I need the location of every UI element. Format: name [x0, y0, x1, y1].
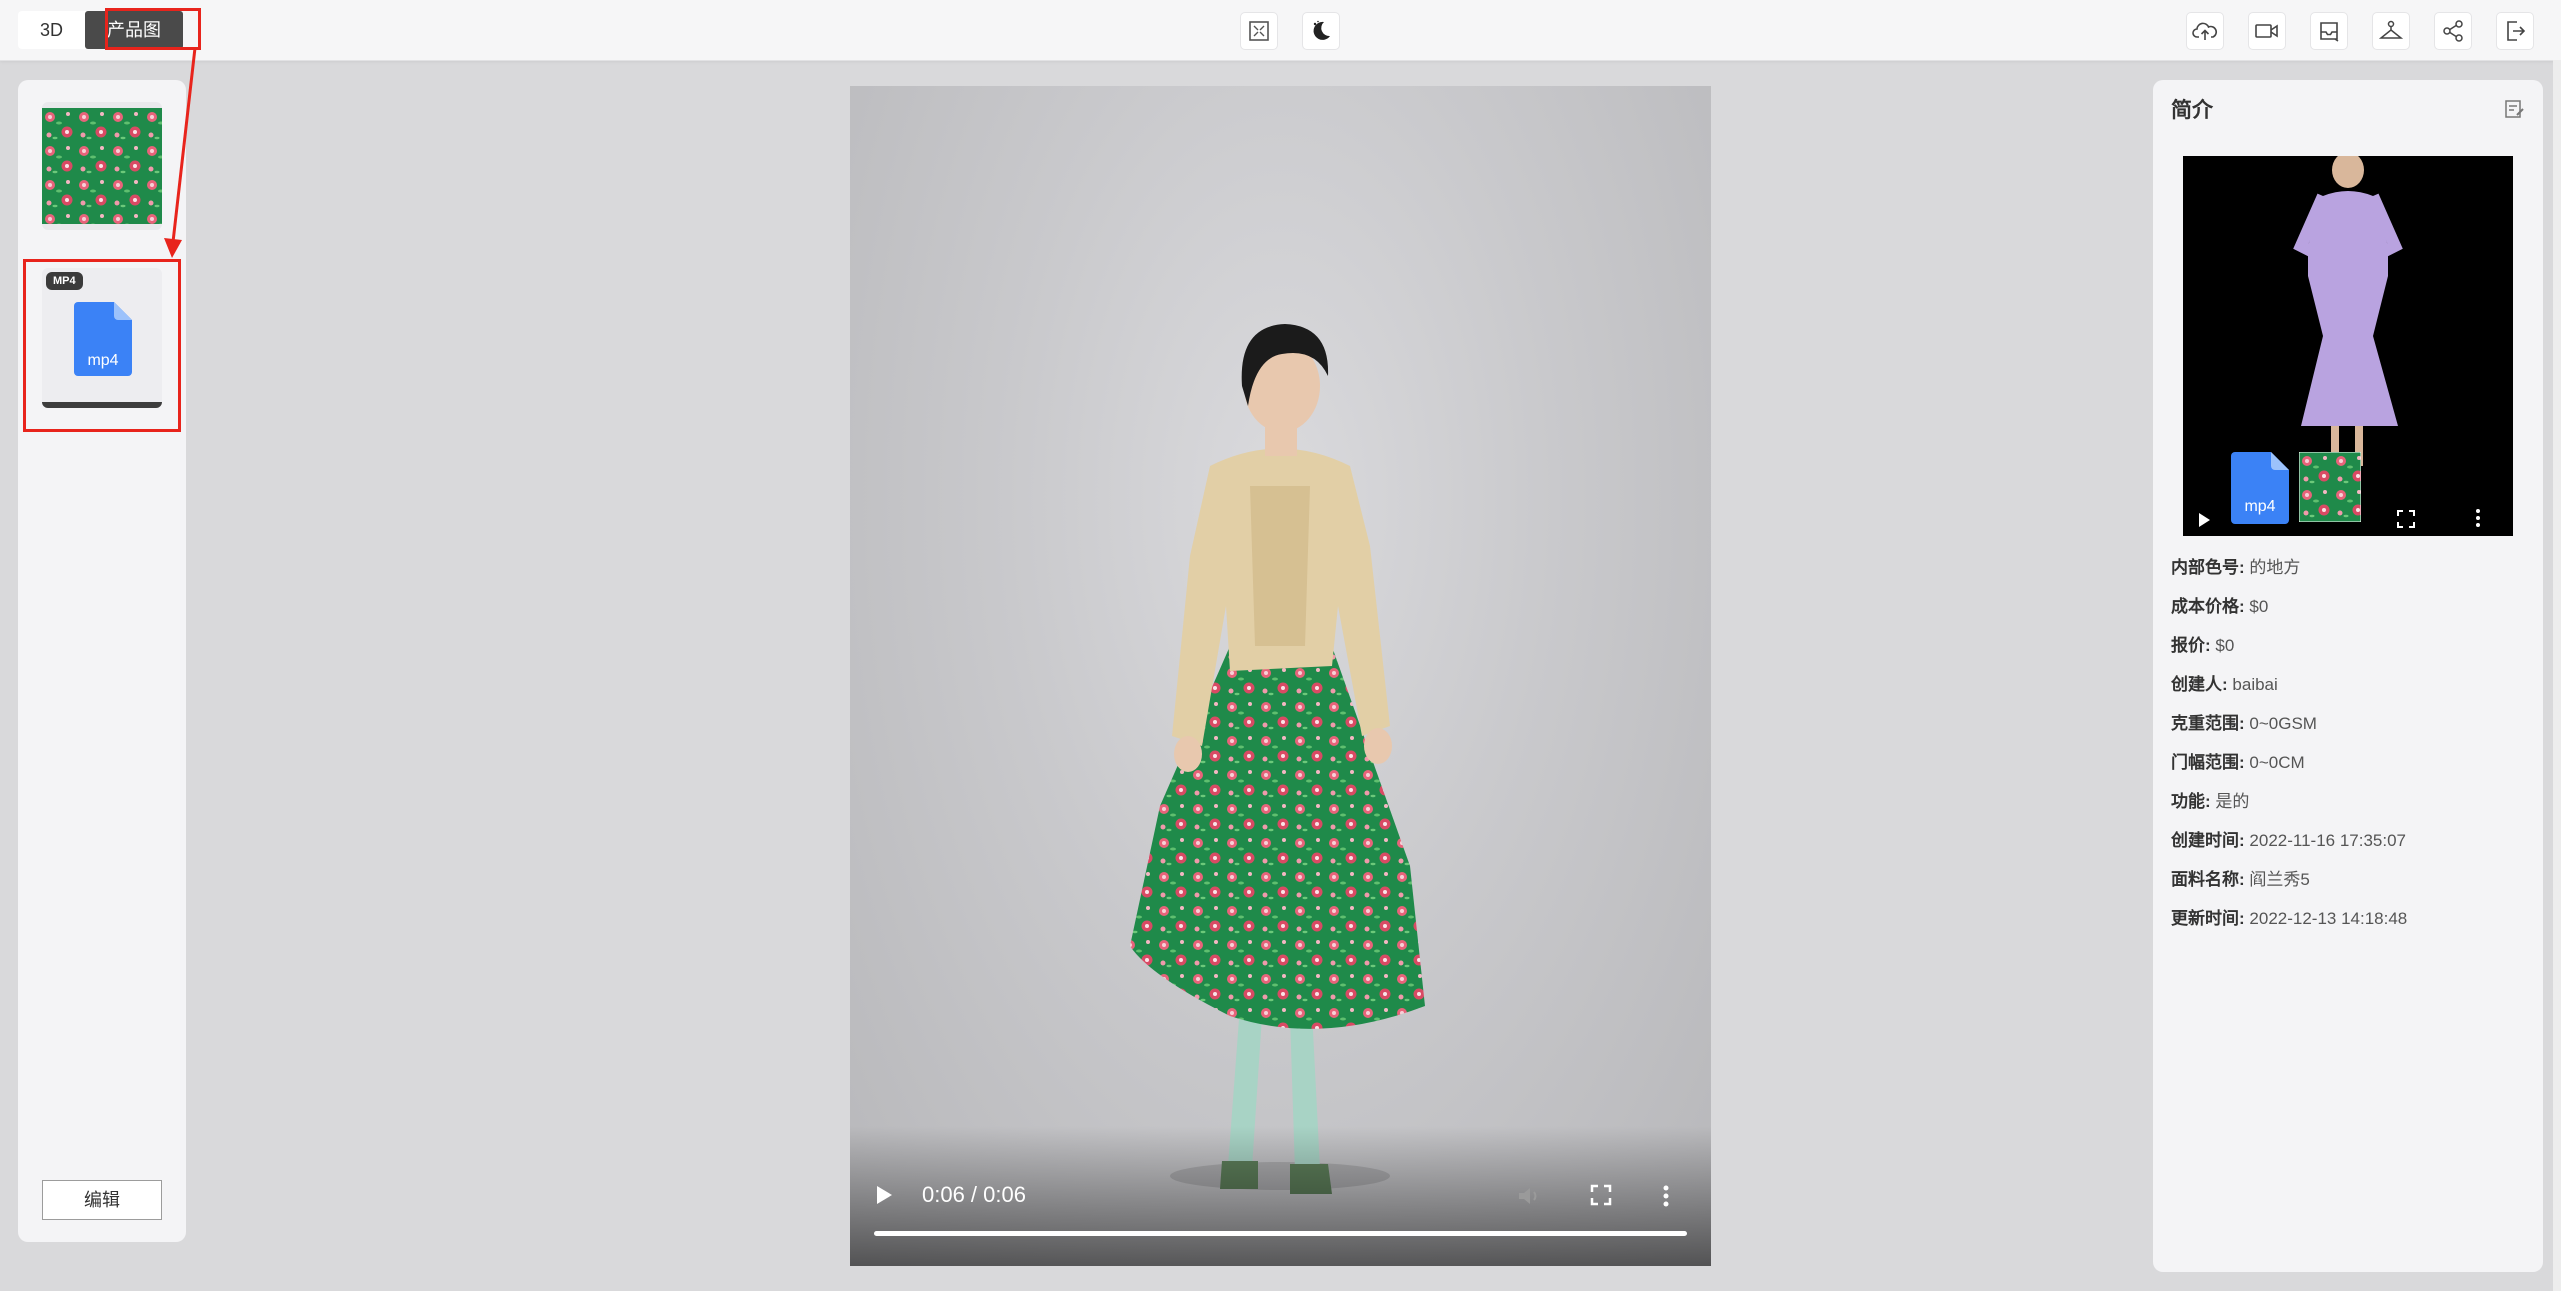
inbox-icon: [2320, 22, 2339, 42]
mode-3d-tab[interactable]: 3D: [18, 11, 85, 49]
cloud-upload-icon: [2192, 22, 2218, 40]
preview-fullscreen-icon[interactable]: [2397, 510, 2415, 528]
exit-icon: [2507, 21, 2526, 41]
field-cost-price: 成本价格: $0: [2171, 597, 2269, 616]
field-internal-color: 内部色号: 的地方: [2171, 558, 2301, 577]
volume-icon[interactable]: [1516, 1184, 1542, 1208]
preview-play-icon[interactable]: [2197, 512, 2211, 528]
fullscreen-icon: [1249, 21, 1269, 41]
field-weight-range: 克重范围: 0~0GSM: [2171, 714, 2317, 733]
field-fabric-name: 面料名称: 阎兰秀5: [2171, 870, 2310, 889]
video-controls: 0:06 / 0:06: [850, 1126, 1711, 1266]
theme-toggle-button[interactable]: [1302, 12, 1340, 50]
upload-button[interactable]: [2186, 12, 2224, 50]
share-icon: [2443, 20, 2463, 42]
moon-icon: [1313, 20, 1330, 40]
top-toolbar: 3D 产品图: [0, 0, 2561, 61]
annotation-arrow: [164, 47, 197, 258]
exit-button[interactable]: [2496, 12, 2534, 50]
field-width-range: 门幅范围: 0~0CM: [2171, 753, 2305, 772]
fullscreen-button[interactable]: [1240, 12, 1278, 50]
page-scrollbar[interactable]: [2553, 60, 2561, 1291]
info-panel: 简介 mp4 内部色号: 的地方 成本价格: $0 报价: $0 创建人: ba…: [2153, 80, 2543, 1272]
preview-more-icon[interactable]: [2475, 508, 2481, 528]
share-button[interactable]: [2434, 12, 2472, 50]
preview-file-label: mp4: [2244, 498, 2276, 515]
field-creator: 创建人: baibai: [2171, 675, 2278, 694]
field-function: 功能: 是的: [2171, 792, 2250, 811]
play-icon[interactable]: [874, 1184, 894, 1206]
edit-button[interactable]: 编辑: [42, 1180, 162, 1220]
field-created-time: 创建时间: 2022-11-16 17:35:07: [2171, 831, 2407, 850]
field-updated-time: 更新时间: 2022-12-13 14:18:48: [2171, 909, 2408, 928]
video-fullscreen-icon[interactable]: [1590, 1184, 1612, 1206]
fabric-thumbnail[interactable]: [42, 102, 162, 230]
video-player[interactable]: 0:06 / 0:06: [850, 86, 1711, 1266]
model-figure: [1130, 324, 1425, 1194]
info-field-list: 内部色号: 的地方 成本价格: $0 报价: $0 创建人: baibai 克重…: [2171, 548, 2531, 938]
panel-title: 简介: [2171, 99, 2213, 122]
preview-fabric-swatch: [2299, 452, 2361, 522]
field-quote: 报价: $0: [2171, 636, 2235, 655]
garment-button[interactable]: [2372, 12, 2410, 50]
record-video-button[interactable]: [2248, 12, 2286, 50]
preview-video[interactable]: mp4: [2183, 156, 2513, 536]
more-icon[interactable]: [1662, 1184, 1670, 1208]
video-camera-icon: [2255, 24, 2278, 38]
hanger-icon: [2378, 20, 2404, 39]
highlight-box-video-thumbnail: [23, 259, 181, 432]
fabric-swatch-image: [42, 108, 162, 224]
video-time-display: 0:06 / 0:06: [922, 1182, 1026, 1207]
save-button[interactable]: [2310, 12, 2348, 50]
video-progress-bar[interactable]: [874, 1231, 1687, 1236]
edit-note-icon[interactable]: [2503, 98, 2525, 120]
